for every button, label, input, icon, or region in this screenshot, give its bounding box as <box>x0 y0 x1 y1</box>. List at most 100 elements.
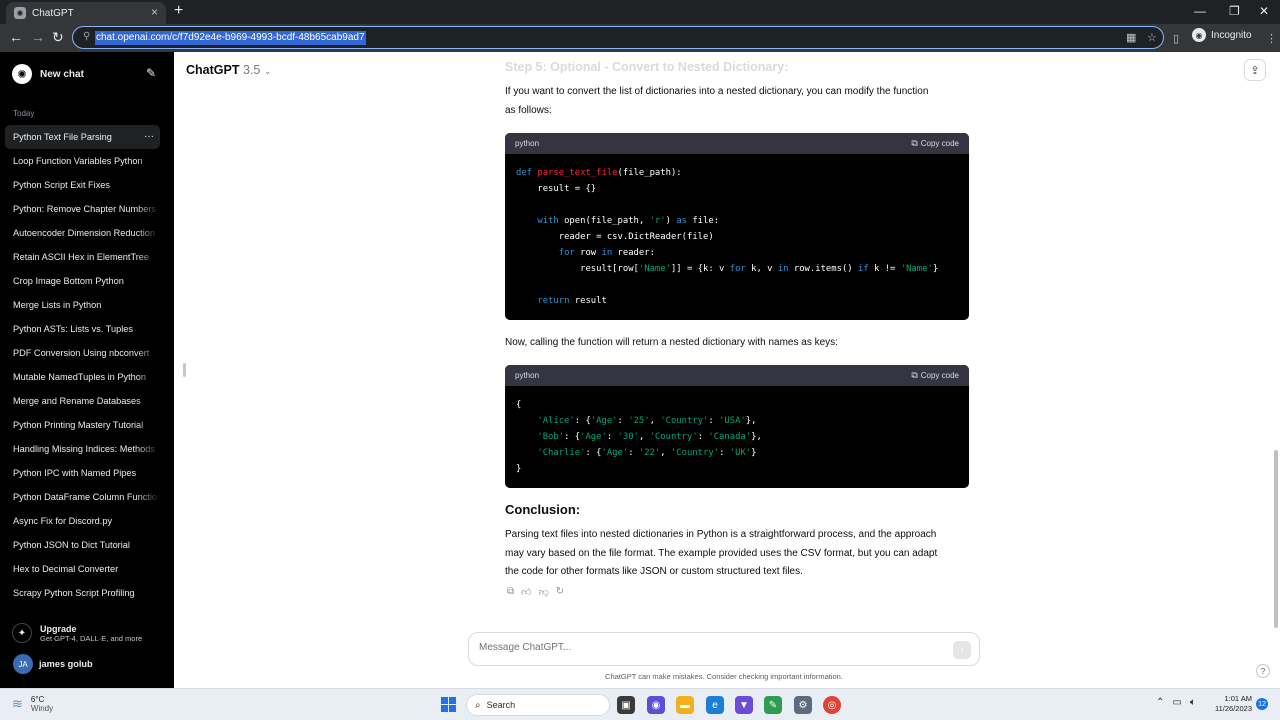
thumbs-down-icon[interactable]: 👎︎ <box>539 586 549 598</box>
history-item[interactable]: Python Text File Parsing ··· <box>5 125 160 149</box>
history-item-label: Merge and Rename Databases <box>13 396 141 406</box>
code-block: python ⧉ Copy code { 'Alice': {'Age': '25… <box>505 365 969 488</box>
address-bar[interactable]: ⚲ chat.openai.com/c/f7d92e4e-b969-4993-b… <box>72 26 1164 49</box>
taskbar-clock[interactable]: 1:01 AM 11/26/2023 <box>1208 694 1252 714</box>
code-token: for <box>729 264 746 274</box>
history-item[interactable]: Python ASTs: Lists vs. Tuples <box>5 317 160 341</box>
browser-menu-icon[interactable]: ⋮ <box>1266 32 1277 45</box>
close-window-icon[interactable]: ✕ <box>1259 4 1269 18</box>
history-item[interactable]: Python JSON to Dict Tutorial <box>5 533 160 557</box>
regenerate-icon[interactable]: ↻ <box>556 586 564 598</box>
incognito-indicator[interactable]: ◉ Incognito <box>1192 28 1252 42</box>
history-item-label: Python Text File Parsing <box>13 132 112 142</box>
back-icon[interactable]: ← <box>9 29 23 45</box>
user-name: james golub <box>39 659 93 669</box>
history-item[interactable]: Merge Lists in Python <box>5 293 160 317</box>
code-token: as <box>676 216 687 226</box>
history-item[interactable]: Python IPC with Named Pipes <box>5 461 160 485</box>
history-item[interactable]: Loop Function Variables Python <box>5 149 160 173</box>
new-chat-button[interactable]: ✺ New chat ✎ <box>8 60 160 88</box>
history-item[interactable]: Python Printing Mastery Tutorial <box>5 413 160 437</box>
edge-browser-icon[interactable]: e <box>706 696 724 714</box>
code-token: : <box>719 448 730 458</box>
history-item[interactable]: Python DataFrame Column Functions <box>5 485 160 509</box>
code-token: if <box>858 264 869 274</box>
code-token: file: <box>687 216 720 226</box>
network-icon[interactable]: ▭ <box>1172 697 1181 708</box>
help-icon[interactable]: ? <box>1256 664 1270 678</box>
weather-widget[interactable]: ≋ 6°C Windy <box>12 695 53 713</box>
minimize-icon[interactable]: — <box>1194 4 1206 18</box>
task-view-icon[interactable]: ▣ <box>617 696 635 714</box>
code-token: 'Alice' <box>537 416 575 426</box>
taskbar-search[interactable]: ⌕ Search <box>466 694 610 716</box>
history-item-label: Python JSON to Dict Tutorial <box>13 540 130 550</box>
chat-app-icon[interactable]: ◉ <box>647 696 665 714</box>
restore-icon[interactable]: ❐ <box>1229 4 1240 18</box>
code-content[interactable]: { 'Alice': {'Age': '25', 'Country': 'USA… <box>505 386 969 477</box>
side-panel-icon[interactable]: ▯ <box>1173 32 1179 45</box>
share-button[interactable]: ⇪ <box>1244 59 1266 81</box>
collapse-sidebar-handle[interactable] <box>183 363 186 377</box>
windows-start-icon[interactable] <box>441 697 456 712</box>
user-menu-button[interactable]: JA james golub <box>8 652 166 676</box>
qr-code-icon[interactable]: ▦ <box>1126 31 1136 44</box>
reload-icon[interactable]: ↻ <box>52 29 64 46</box>
fade-overlay <box>136 557 160 581</box>
copy-code-button[interactable]: ⧉ Copy code <box>911 138 959 149</box>
bookmark-star-icon[interactable]: ☆ <box>1147 31 1157 44</box>
clock-time: 1:01 AM <box>1224 694 1252 703</box>
history-item[interactable]: Crop Image Bottom Python <box>5 269 160 293</box>
message-input[interactable] <box>479 642 919 653</box>
code-content[interactable]: def parse_text_file(file_path): result =… <box>505 154 969 309</box>
code-token: 'r' <box>649 216 666 226</box>
copy-icon[interactable]: ⧉ <box>507 586 514 598</box>
url-text[interactable]: chat.openai.com/c/f7d92e4e-b969-4993-bcd… <box>95 31 366 45</box>
history-item[interactable]: Retain ASCII Hex in ElementTree <box>5 245 160 269</box>
history-item[interactable]: PDF Conversion Using nbconvert <box>5 341 160 365</box>
forward-icon[interactable]: → <box>31 29 45 45</box>
file-explorer-icon[interactable]: ▬ <box>676 696 694 714</box>
history-item[interactable]: Autoencoder Dimension Reduction <box>5 221 160 245</box>
tab-title: ChatGPT <box>32 7 74 19</box>
thumbs-up-icon[interactable]: 👍︎ <box>521 586 531 598</box>
history-item[interactable]: Python Script Exit Fixes <box>5 173 160 197</box>
compose-icon[interactable]: ✎ <box>146 66 156 80</box>
chevron-up-icon[interactable]: ⌃ <box>1156 697 1164 708</box>
copy-code-button[interactable]: ⧉ Copy code <box>911 370 959 381</box>
copy-code-label: Copy code <box>920 371 959 380</box>
temperature: 6°C <box>30 695 45 704</box>
paragraph-line: as follows: <box>505 104 552 116</box>
volume-icon[interactable]: 🔈︎ <box>1190 697 1196 708</box>
history-item[interactable]: Scrapy Python Script Profiling <box>5 581 160 605</box>
history-item[interactable]: Handling Missing Indices: Methods <box>5 437 160 461</box>
history-item[interactable]: Merge and Rename Databases <box>5 389 160 413</box>
browser-tab[interactable]: ✺ ChatGPT × <box>6 2 166 24</box>
vpn-app-icon[interactable]: ▼ <box>735 696 753 714</box>
incognito-icon: ◉ <box>1192 28 1206 42</box>
new-tab-icon[interactable]: + <box>174 3 183 19</box>
more-options-icon[interactable]: ··· <box>144 125 154 149</box>
fade-overlay <box>136 197 160 221</box>
chrome-icon[interactable]: ◎ <box>823 696 841 714</box>
code-token: 'USA' <box>719 416 746 426</box>
close-tab-icon[interactable]: × <box>151 5 158 19</box>
code-token: result[row[ <box>516 264 639 274</box>
fade-overlay <box>136 149 160 173</box>
model-selector[interactable]: ChatGPT 3.5 ⌄ <box>186 63 271 77</box>
history-item[interactable]: Async Fix for Discord.py <box>5 509 160 533</box>
site-info-icon[interactable]: ⚲ <box>83 31 90 42</box>
history-item-label: Scrapy Python Script Profiling <box>13 588 135 598</box>
code-token: 'Name' <box>638 264 671 274</box>
upgrade-button[interactable]: ✦ Upgrade Get GPT-4, DALL·E, and more <box>8 618 166 648</box>
history-item[interactable]: Python: Remove Chapter Numbers <box>5 197 160 221</box>
network-app-icon[interactable]: ⚙ <box>794 696 812 714</box>
history-item[interactable]: Hex to Decimal Converter <box>5 557 160 581</box>
notification-badge[interactable]: 12 <box>1256 698 1268 710</box>
fade-overlay <box>136 533 160 557</box>
scrollbar[interactable] <box>1274 450 1278 628</box>
spreadsheet-app-icon[interactable]: ✎ <box>764 696 782 714</box>
code-language: python <box>515 371 540 380</box>
history-item[interactable]: Mutable NamedTuples in Python <box>5 365 160 389</box>
send-button[interactable]: ↑ <box>953 641 971 659</box>
